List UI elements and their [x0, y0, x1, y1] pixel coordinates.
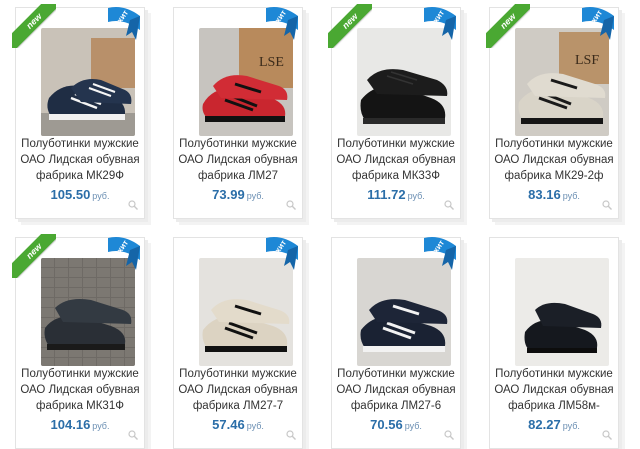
svg-text:LSF: LSF [575, 53, 599, 68]
product-price: 57.46 [212, 417, 245, 432]
product-title[interactable]: Полуботинки мужские ОАО Лидская обувная … [20, 366, 140, 414]
svg-text:LSE: LSE [259, 55, 284, 70]
product-card[interactable]: Полуботинки мужские ОАО Лидская обувная … [489, 237, 619, 449]
product-title-line: ОАО Лидская обувная [20, 154, 140, 166]
new-badge: new [486, 4, 530, 48]
product-title[interactable]: Полуботинки мужские ОАО Лидская обувная … [336, 136, 456, 184]
product-title-line: ОАО Лидская обувная [20, 384, 140, 396]
zoom-icon[interactable] [444, 200, 454, 210]
product-title[interactable]: Полуботинки мужские ОАО Лидская обувная … [178, 366, 298, 414]
new-badge-label: new [328, 4, 372, 48]
product-title-line: фабрика ЛМ27 [197, 170, 279, 182]
product-title-line: ОАО Лидская обувная [336, 154, 456, 166]
product-price: 82.27 [528, 417, 561, 432]
new-badge-label: new [12, 4, 56, 48]
product-title-line: ОАО Лидская обувная [494, 154, 614, 166]
zoom-icon[interactable] [602, 430, 612, 440]
product-title-line: фабрика МК29-2ф [504, 170, 604, 182]
product-title-line: ОАО Лидская обувная [494, 384, 614, 396]
product-price: 111.72 [367, 187, 406, 202]
zoom-icon[interactable] [602, 200, 612, 210]
product-title[interactable]: Полуботинки мужские ОАО Лидская обувная … [494, 366, 614, 414]
product-price: 104.16 [50, 417, 91, 432]
new-badge: new [12, 234, 56, 278]
hit-badge: хит [106, 232, 142, 272]
zoom-icon[interactable] [128, 200, 138, 210]
zoom-icon[interactable] [286, 430, 296, 440]
product-title-line: Полуботинки мужские [337, 368, 455, 380]
currency-label: руб. [407, 191, 425, 201]
currency-label: руб. [246, 421, 264, 431]
hit-badge: хит [264, 2, 300, 42]
product-title-line: фабрика МК33Ф [352, 170, 440, 182]
product-card[interactable]: Полуботинки мужские ОАО Лидская обувная … [12, 4, 145, 219]
currency-label: руб. [404, 421, 422, 431]
product-grid: Полуботинки мужские ОАО Лидская обувная … [0, 0, 640, 449]
product-title-line: ОАО Лидская обувная [336, 384, 456, 396]
product-card[interactable]: LSE Полуботинки мужские ОАО Лидская обув… [173, 7, 303, 219]
product-title-line: Полуботинки мужские [179, 368, 297, 380]
product-photo[interactable]: LSE [199, 28, 293, 136]
hit-badge: хит [422, 2, 458, 42]
zoom-icon[interactable] [444, 430, 454, 440]
product-photo[interactable] [199, 258, 293, 366]
price-row: 82.27 руб. [490, 416, 618, 434]
currency-label: руб. [92, 191, 110, 201]
hit-badge: хит [422, 232, 458, 272]
product-photo[interactable] [515, 258, 609, 366]
new-badge: new [12, 4, 56, 48]
product-title-line: ОАО Лидская обувная [178, 154, 298, 166]
new-badge-label: new [486, 4, 530, 48]
product-title-line: фабрика ЛМ27-7 [192, 400, 284, 412]
product-title[interactable]: Полуботинки мужские ОАО Лидская обувная … [336, 366, 456, 414]
product-title-line: Полуботинки мужские [179, 138, 297, 150]
product-title-line: Полуботинки мужские [21, 138, 139, 150]
hit-badge: хит [264, 232, 300, 272]
price-row: 111.72 руб. [332, 186, 460, 204]
hit-badge: хит [580, 2, 616, 42]
new-badge-label: new [12, 234, 56, 278]
product-title-line: Полуботинки мужские [495, 368, 613, 380]
zoom-icon[interactable] [128, 430, 138, 440]
product-price: 70.56 [370, 417, 403, 432]
shoe-image [199, 258, 293, 366]
product-title[interactable]: Полуботинки мужские ОАО Лидская обувная … [494, 136, 614, 184]
currency-label: руб. [562, 191, 580, 201]
product-title-line: фабрика МК29Ф [36, 170, 124, 182]
product-title-line: Полуботинки мужские [21, 368, 139, 380]
price-row: 70.56 руб. [332, 416, 460, 434]
product-title-line: фабрика ЛМ27-6 [350, 400, 442, 412]
product-photo[interactable] [357, 258, 451, 366]
product-title-line: Полуботинки мужские [495, 138, 613, 150]
product-title[interactable]: Полуботинки мужские ОАО Лидская обувная … [178, 136, 298, 184]
product-title-line: фабрика МК31Ф [36, 400, 124, 412]
product-price: 73.99 [212, 187, 245, 202]
product-card[interactable]: LSF Полуботинки мужские ОАО Лидская обув… [486, 4, 619, 219]
product-title[interactable]: Полуботинки мужские ОАО Лидская обувная … [20, 136, 140, 184]
currency-label: руб. [92, 421, 110, 431]
shoe-image: LSE [199, 28, 293, 136]
product-price: 83.16 [528, 187, 561, 202]
price-row: 105.50 руб. [16, 186, 144, 204]
new-badge: new [328, 4, 372, 48]
price-row: 57.46 руб. [174, 416, 302, 434]
hit-badge: хит [106, 2, 142, 42]
price-row: 83.16 руб. [490, 186, 618, 204]
product-card[interactable]: Полуботинки мужские ОАО Лидская обувная … [328, 4, 461, 219]
currency-label: руб. [562, 421, 580, 431]
shoe-image [357, 258, 451, 366]
price-row: 73.99 руб. [174, 186, 302, 204]
product-card[interactable]: Полуботинки мужские ОАО Лидская обувная … [173, 237, 303, 449]
shoe-image [515, 258, 609, 366]
product-title-line: Полуботинки мужские [337, 138, 455, 150]
product-price: 105.50 [50, 187, 91, 202]
product-title-line: ОАО Лидская обувная [178, 384, 298, 396]
product-card[interactable]: Полуботинки мужские ОАО Лидская обувная … [12, 234, 145, 449]
zoom-icon[interactable] [286, 200, 296, 210]
product-card[interactable]: Полуботинки мужские ОАО Лидская обувная … [331, 237, 461, 449]
product-title-line: фабрика ЛМ58м- [508, 400, 600, 412]
currency-label: руб. [246, 191, 264, 201]
price-row: 104.16 руб. [16, 416, 144, 434]
